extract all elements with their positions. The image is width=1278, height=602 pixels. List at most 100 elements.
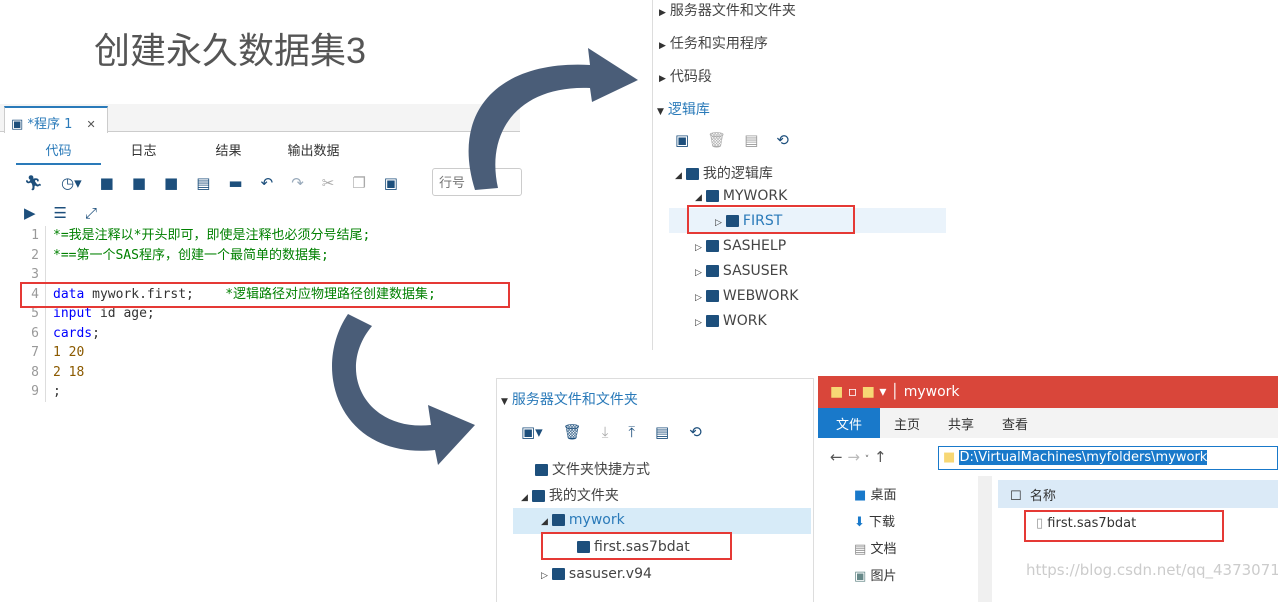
forward-icon[interactable]: → bbox=[847, 448, 860, 466]
section-libraries[interactable]: ▼ 逻辑库 bbox=[657, 99, 710, 119]
tab-code[interactable]: 代码 bbox=[16, 140, 101, 165]
close-icon[interactable]: ✕ bbox=[86, 118, 95, 131]
library-icon bbox=[705, 190, 719, 202]
folder-user-icon bbox=[531, 490, 545, 502]
properties-icon[interactable]: ▤ bbox=[655, 423, 669, 441]
save-icon[interactable]: ■ bbox=[100, 174, 114, 192]
submit-icon[interactable]: ▶ bbox=[24, 204, 36, 222]
tab-results[interactable]: 结果 bbox=[186, 140, 271, 165]
save-as-icon[interactable]: ■ bbox=[132, 174, 146, 192]
format-icon[interactable]: ▤ bbox=[196, 174, 210, 192]
section-snippets[interactable]: ▶ 代码段 bbox=[659, 66, 712, 86]
code-token: *==第一个SAS程序，创建一个最简单的数据集; bbox=[53, 247, 329, 263]
highlight-box bbox=[687, 205, 855, 234]
nav-documents[interactable]: ▤ 文档 bbox=[854, 536, 896, 563]
windows-explorer: ■ ▫ ■ ▾ │ mywork 文件 主页 共享 查看 ← → ˅ ↑ ■ D… bbox=[818, 376, 1278, 602]
code-token: 2 18 bbox=[53, 364, 85, 380]
tree-mywork[interactable]: ◢ MYWORK bbox=[695, 188, 787, 204]
explorer-titlebar: ■ ▫ ■ ▾ │ mywork bbox=[818, 376, 1278, 408]
tree-sasuser[interactable]: ▷ SASUSER bbox=[695, 263, 788, 279]
arrow-top bbox=[468, 48, 638, 190]
folder-icon: ■ bbox=[943, 450, 956, 465]
section-tasks[interactable]: ▶ 任务和实用程序 bbox=[659, 33, 768, 53]
delete-icon[interactable]: 🗑︎ bbox=[563, 423, 582, 441]
refresh-icon[interactable]: ⟲ bbox=[776, 131, 789, 149]
watermark: https://blog.csdn.net/qq_43730719 bbox=[1026, 561, 1278, 579]
library-toolbar: ▣ 🗑︎ ▤ ⟲ bbox=[675, 131, 789, 149]
tree-folder-shortcuts[interactable]: 文件夹快捷方式 bbox=[535, 459, 650, 479]
tab-log[interactable]: 日志 bbox=[101, 140, 186, 165]
ribbon-view[interactable]: 查看 bbox=[988, 408, 1042, 438]
highlight-box bbox=[541, 532, 732, 560]
run-icon[interactable]: 🏃︎ bbox=[24, 174, 43, 192]
ribbon-home[interactable]: 主页 bbox=[880, 408, 934, 438]
line-number: 1 bbox=[0, 226, 46, 246]
arrow-bottom bbox=[332, 314, 475, 465]
code-token: input bbox=[53, 306, 93, 321]
section-server-files[interactable]: ▼ 服务器文件和文件夹 bbox=[501, 389, 638, 409]
code-line: cards; bbox=[53, 324, 100, 344]
files-toolbar: ▣▾ 🗑︎ ⤓ ⤒ ▤ ⟲ bbox=[521, 423, 702, 441]
code-line: *==第一个SAS程序，创建一个最简单的数据集; bbox=[53, 246, 329, 266]
scrollbar[interactable] bbox=[978, 476, 992, 602]
ribbon: 文件 主页 共享 查看 bbox=[818, 408, 1278, 438]
address-bar[interactable]: ■ D:\VirtualMachines\myfolders\mywork bbox=[938, 446, 1278, 470]
tree-sasuser-folder[interactable]: ▷ sasuser.v94 bbox=[541, 566, 652, 582]
recent-icon[interactable]: ˅ bbox=[865, 455, 870, 465]
code-token: 1 20 bbox=[53, 345, 85, 360]
line-number: 9 bbox=[0, 382, 46, 402]
tree-webwork[interactable]: ▷ WEBWORK bbox=[695, 288, 799, 304]
tab-program-1[interactable]: ▣ *程序 1 ✕ bbox=[4, 106, 108, 133]
line-number: 6 bbox=[0, 323, 46, 343]
line-number: 8 bbox=[0, 362, 46, 382]
code-token: cards bbox=[53, 325, 93, 341]
libraries-panel: ▶ 服务器文件和文件夹 ▶ 任务和实用程序 ▶ 代码段 ▼ 逻辑库 ▣ 🗑︎ ▤ ⟲ ◢ 我的逻… bbox=[652, 0, 946, 350]
folder-icon bbox=[551, 568, 565, 580]
properties-icon[interactable]: ▤ bbox=[744, 131, 758, 149]
history-icon[interactable]: ◷▾ bbox=[61, 174, 82, 192]
ribbon-share[interactable]: 共享 bbox=[934, 408, 988, 438]
library-icon bbox=[705, 265, 719, 277]
code-line: 2 18 bbox=[53, 363, 84, 383]
email-icon[interactable]: ■ bbox=[164, 174, 178, 192]
section-server-files[interactable]: ▶ 服务器文件和文件夹 bbox=[659, 0, 796, 20]
delete-icon[interactable]: 🗑︎ bbox=[707, 131, 726, 149]
toolbar-row-2: ▶ ☰ ⤢ bbox=[24, 204, 97, 222]
folder-icon bbox=[551, 514, 565, 526]
nav-pictures[interactable]: ▣ 图片 bbox=[854, 563, 896, 590]
maximize-icon[interactable]: ⤢ bbox=[85, 204, 97, 222]
new-library-icon[interactable]: ▣ bbox=[675, 131, 689, 149]
print-icon[interactable]: ▬ bbox=[228, 174, 242, 192]
code-token: id age; bbox=[92, 306, 155, 321]
undo-icon[interactable]: ↶ bbox=[261, 174, 274, 192]
library-icon bbox=[705, 290, 719, 302]
tree-mywork-folder[interactable]: ◢ mywork bbox=[541, 512, 625, 528]
indent-icon[interactable]: ☰ bbox=[54, 204, 67, 222]
server-files-panel: ▼ 服务器文件和文件夹 ▣▾ 🗑︎ ⤓ ⤒ ▤ ⟲ 文件夹快捷方式 ◢ 我的文件夹 ◢ mywo… bbox=[496, 378, 814, 602]
dropdown-icon: ▾ bbox=[879, 384, 887, 400]
column-header-name[interactable]: ☐ 名称 bbox=[998, 480, 1278, 508]
library-icon bbox=[705, 315, 719, 327]
nav-buttons: ← → ˅ ↑ bbox=[830, 448, 887, 466]
refresh-icon[interactable]: ⟲ bbox=[689, 423, 702, 441]
line-number: 2 bbox=[0, 245, 46, 265]
folder-icon: ■ bbox=[830, 384, 844, 400]
code-token: ; bbox=[92, 325, 100, 341]
nav-desktop[interactable]: ■ 桌面 bbox=[854, 482, 896, 509]
nav-downloads[interactable]: ⬇ 下载 bbox=[854, 509, 896, 536]
highlight-box bbox=[1024, 510, 1224, 542]
tree-my-libraries[interactable]: ◢ 我的逻辑库 bbox=[675, 163, 773, 183]
ribbon-file[interactable]: 文件 bbox=[818, 408, 881, 438]
upload-icon[interactable]: ⤒ bbox=[628, 423, 635, 441]
new-icon[interactable]: ▣▾ bbox=[521, 423, 543, 441]
line-number: 7 bbox=[0, 343, 46, 363]
code-token: ; bbox=[53, 384, 61, 399]
download-icon[interactable]: ⤓ bbox=[602, 423, 609, 441]
tree-my-folders[interactable]: ◢ 我的文件夹 bbox=[521, 485, 619, 505]
tree-work[interactable]: ▷ WORK bbox=[695, 313, 767, 329]
back-icon[interactable]: ← bbox=[830, 448, 843, 466]
up-icon[interactable]: ↑ bbox=[874, 448, 887, 466]
program-icon: ▣ bbox=[11, 117, 24, 132]
shortcut-icon bbox=[535, 464, 548, 476]
tree-sashelp[interactable]: ▷ SASHELP bbox=[695, 238, 786, 254]
